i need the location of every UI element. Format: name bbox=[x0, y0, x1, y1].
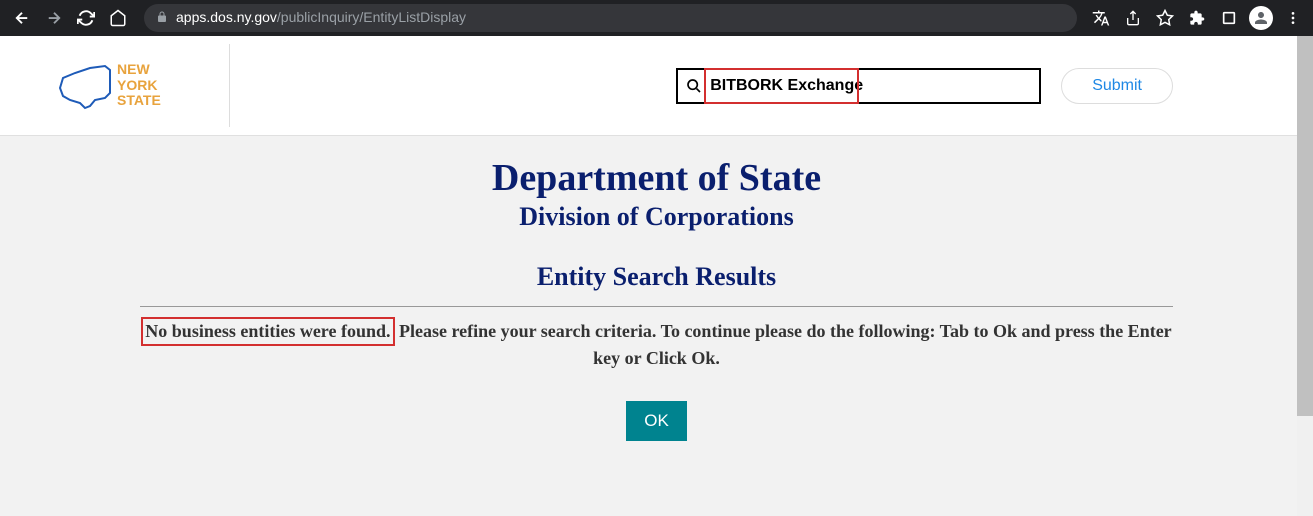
result-message: No business entities were found. Please … bbox=[140, 317, 1173, 371]
state-outline-icon bbox=[55, 58, 115, 113]
page-subtitle: Division of Corporations bbox=[20, 202, 1293, 232]
header-right: Submit bbox=[230, 68, 1293, 104]
forward-button[interactable] bbox=[40, 4, 68, 32]
ok-button[interactable]: OK bbox=[626, 401, 687, 441]
scrollbar-thumb[interactable] bbox=[1297, 36, 1313, 416]
site-header: NEW YORK STATE Submit bbox=[0, 36, 1313, 136]
home-button[interactable] bbox=[104, 4, 132, 32]
translate-icon[interactable] bbox=[1089, 6, 1113, 30]
profile-avatar[interactable] bbox=[1249, 6, 1273, 30]
logo-text: NEW YORK STATE bbox=[117, 62, 161, 108]
address-bar[interactable]: apps.dos.ny.gov/publicInquiry/EntityList… bbox=[144, 4, 1077, 32]
search-container bbox=[676, 68, 1041, 104]
highlight-annotation bbox=[704, 68, 859, 104]
nys-logo[interactable]: NEW YORK STATE bbox=[55, 58, 161, 113]
chrome-actions bbox=[1089, 6, 1305, 30]
share-icon[interactable] bbox=[1121, 6, 1145, 30]
browser-toolbar: apps.dos.ny.gov/publicInquiry/EntityList… bbox=[0, 0, 1313, 36]
logo-container: NEW YORK STATE bbox=[55, 44, 230, 127]
menu-icon[interactable] bbox=[1281, 6, 1305, 30]
page-title: Department of State bbox=[20, 156, 1293, 200]
url-text: apps.dos.ny.gov/publicInquiry/EntityList… bbox=[176, 9, 466, 27]
main-content: Department of State Division of Corporat… bbox=[0, 136, 1313, 516]
extensions-icon[interactable] bbox=[1185, 6, 1209, 30]
reload-button[interactable] bbox=[72, 4, 100, 32]
scrollbar[interactable] bbox=[1297, 36, 1313, 516]
bookmark-icon[interactable] bbox=[1153, 6, 1177, 30]
no-results-highlight: No business entities were found. bbox=[141, 317, 394, 346]
search-icon bbox=[686, 78, 702, 94]
submit-button[interactable]: Submit bbox=[1061, 68, 1173, 104]
section-title: Entity Search Results bbox=[20, 262, 1293, 292]
tab-icon[interactable] bbox=[1217, 6, 1241, 30]
back-button[interactable] bbox=[8, 4, 36, 32]
lock-icon bbox=[156, 11, 168, 26]
refine-text: Please refine your search criteria. To c… bbox=[395, 321, 1172, 368]
result-divider: No business entities were found. Please … bbox=[140, 306, 1173, 371]
